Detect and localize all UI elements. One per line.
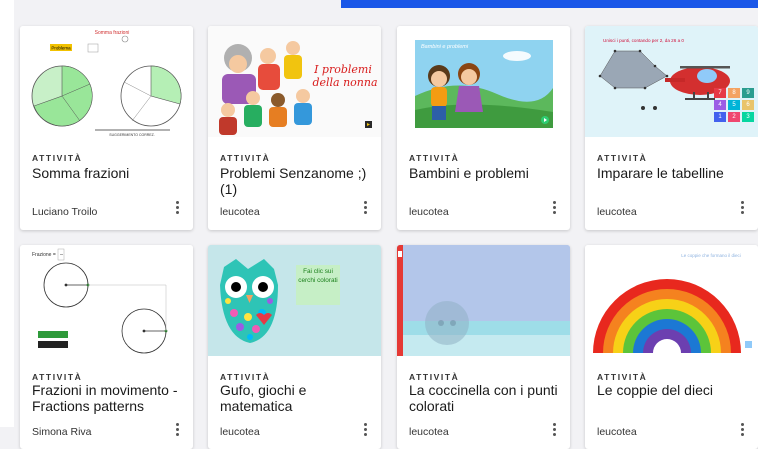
thumbnail-image: Bambini e problemi — [415, 40, 553, 128]
card-title[interactable]: La coccinella con i punti colorati — [409, 382, 559, 414]
card-author[interactable]: leucotea — [220, 426, 260, 438]
activity-card[interactable]: Fai clic sui cerchi colorati ATTIVITÀ Gu… — [208, 245, 381, 449]
more-options-icon[interactable] — [736, 421, 748, 437]
thumb-label: Frazione = — [32, 252, 56, 258]
card-title[interactable]: Le coppie del dieci — [597, 382, 747, 398]
more-options-icon[interactable] — [736, 199, 748, 215]
thumbnail-image: Somma frazioni Problema SUGGERIMENTO COR… — [31, 30, 182, 137]
thumb-caption: SUGGERIMENTO CORREZ. — [109, 133, 154, 137]
card-author[interactable]: leucotea — [597, 426, 637, 438]
keypad-key[interactable]: 7 — [714, 88, 726, 98]
card-kind: ATTIVITÀ — [32, 153, 83, 163]
card-kind: ATTIVITÀ — [409, 372, 460, 382]
card-thumbnail[interactable]: Le coppie che formano il dieci — [585, 245, 758, 356]
keypad-key[interactable]: 3 — [742, 112, 754, 122]
activity-card[interactable]: Unisci i punti, contando per 2, da 26 a … — [585, 26, 758, 230]
card-thumbnail[interactable]: Bambini e problemi — [397, 26, 570, 137]
thumb-bubble: Fai clic sui cerchi colorati — [298, 268, 338, 284]
keypad-key[interactable]: 6 — [742, 100, 754, 110]
card-title[interactable]: Problemi Senzanome ;) (1) — [220, 165, 370, 197]
card-author[interactable]: leucotea — [220, 206, 260, 218]
card-thumbnail[interactable]: Somma frazioni Problema SUGGERIMENTO COR… — [20, 26, 193, 137]
card-title[interactable]: Bambini e problemi — [409, 165, 559, 181]
card-author[interactable]: leucotea — [409, 426, 449, 438]
card-thumbnail[interactable]: Fai clic sui cerchi colorati — [208, 245, 381, 356]
card-kind: ATTIVITÀ — [32, 372, 83, 382]
activity-card[interactable]: Le coppie che formano il dieci ATTIVITÀ … — [585, 245, 758, 449]
thumb-heading: Unisci i punti, contando per 2, da 26 a … — [603, 38, 684, 43]
card-title[interactable]: Gufo, giochi e matematica — [220, 382, 370, 414]
thumb-title-line1: I problemi — [313, 63, 372, 76]
more-options-icon[interactable] — [359, 199, 371, 215]
thumbnail-image: I problemi della nonna — [208, 26, 381, 137]
keypad-key[interactable]: 2 — [728, 112, 740, 122]
more-options-icon[interactable] — [548, 421, 560, 437]
keypad-key[interactable]: 9 — [742, 88, 754, 98]
card-title[interactable]: Imparare le tabelline — [597, 165, 747, 181]
number-keypad: 7 8 9 4 5 6 1 2 3 — [714, 88, 754, 122]
card-author[interactable]: leucotea — [597, 206, 637, 218]
left-strip — [0, 0, 14, 427]
more-options-icon[interactable] — [171, 199, 183, 215]
keypad-key[interactable]: 4 — [714, 100, 726, 110]
keypad-key[interactable]: 8 — [728, 88, 740, 98]
card-author[interactable]: Luciano Troilo — [32, 206, 97, 218]
more-options-icon[interactable] — [171, 421, 183, 437]
thumb-heading: Somma frazioni — [95, 30, 130, 36]
card-thumbnail[interactable]: Unisci i punti, contando per 2, da 26 a … — [585, 26, 758, 137]
activity-card[interactable]: ATTIVITÀ La coccinella con i punti color… — [397, 245, 570, 449]
thumb-label: Problema — [51, 46, 71, 51]
card-author[interactable]: leucotea — [409, 206, 449, 218]
card-title[interactable]: Frazioni in movimento - Fractions patter… — [32, 382, 182, 414]
card-kind: ATTIVITÀ — [597, 153, 648, 163]
card-kind: ATTIVITÀ — [597, 372, 648, 382]
thumbnail-image: Le coppie che formano il dieci — [593, 253, 752, 353]
activity-card[interactable]: Bambini e problemi ATTIVITÀ Bambini e pr… — [397, 26, 570, 230]
keypad-key[interactable]: 1 — [714, 112, 726, 122]
activity-card[interactable]: Somma frazioni Problema SUGGERIMENTO COR… — [20, 26, 193, 230]
activity-card[interactable]: Frazione = ATTIVITÀ Frazioni in moviment… — [20, 245, 193, 449]
more-options-icon[interactable] — [359, 421, 371, 437]
thumb-heading: Le coppie che formano il dieci — [681, 253, 741, 258]
top-accent-bar — [341, 0, 758, 8]
thumbnail-image: Frazione = — [32, 248, 168, 354]
card-thumbnail[interactable]: Frazione = — [20, 245, 193, 356]
card-title[interactable]: Somma frazioni — [32, 165, 182, 181]
top-bar — [0, 0, 758, 8]
card-author[interactable]: Simona Riva — [32, 426, 92, 438]
activity-card[interactable]: I problemi della nonna ATTIVITÀ Problemi… — [208, 26, 381, 230]
card-thumbnail[interactable]: I problemi della nonna — [208, 26, 381, 137]
thumb-title-line2: della nonna — [312, 76, 377, 89]
card-kind: ATTIVITÀ — [220, 372, 271, 382]
thumbnail-image — [208, 245, 381, 356]
card-kind: ATTIVITÀ — [409, 153, 460, 163]
keypad-key[interactable]: 5 — [728, 100, 740, 110]
more-options-icon[interactable] — [548, 199, 560, 215]
thumbnail-image — [397, 245, 570, 356]
card-kind: ATTIVITÀ — [220, 153, 271, 163]
card-thumbnail[interactable] — [397, 245, 570, 356]
thumb-heading: Bambini e problemi — [421, 44, 469, 50]
